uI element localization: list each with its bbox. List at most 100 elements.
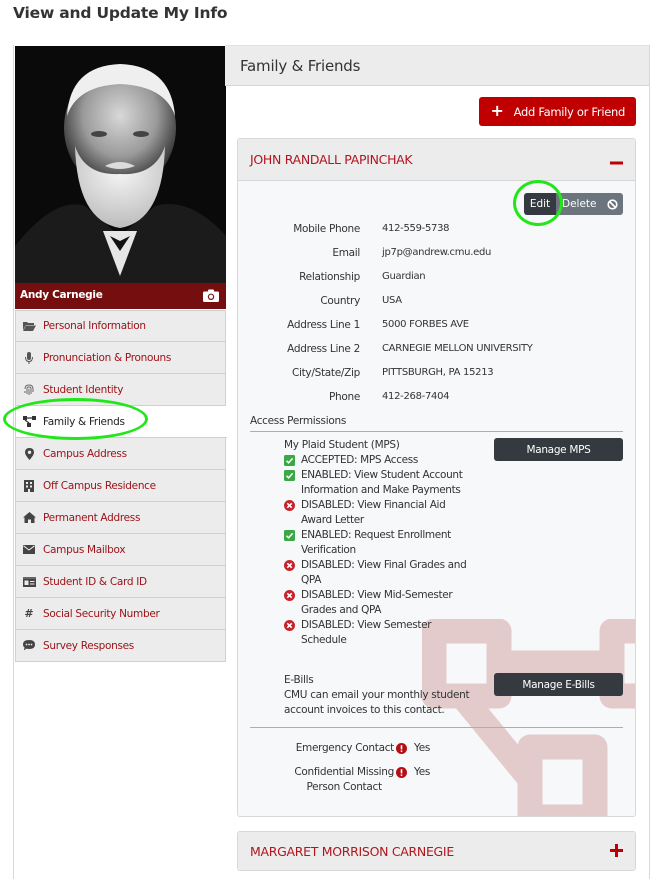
sidebar-item-campus-address[interactable]: Campus Address: [15, 438, 226, 470]
collapse-icon[interactable]: [610, 149, 623, 170]
times-circle-icon: [284, 620, 295, 631]
field-city-state-zip: City/State/Zip PITTSBURGH, PA 15213: [238, 367, 635, 385]
info-alert-icon[interactable]: [396, 767, 407, 778]
field-value: jp7p@andrew.cmu.edu: [382, 247, 492, 258]
check-square-icon: [284, 455, 295, 466]
ebills-title: E-Bills: [284, 674, 314, 686]
access-permissions-title: Access Permissions: [250, 415, 346, 427]
divider: [250, 727, 623, 728]
sidebar-item-label: Personal Information: [43, 320, 146, 332]
comment-icon: [22, 640, 36, 652]
sidebar-item-label: Off Campus Residence: [43, 479, 156, 492]
manage-mps-button[interactable]: Manage MPS: [494, 438, 623, 461]
flag-label: Confidential Missing Person Contact: [294, 766, 394, 793]
field-address-line-1: Address Line 1 5000 FORBES AVE: [238, 319, 635, 337]
field-label: Address Line 1: [287, 319, 360, 331]
flag-value: Yes: [414, 742, 431, 754]
add-family-friend-button[interactable]: + Add Family or Friend: [478, 97, 636, 126]
sidebar-item-student-identity[interactable]: Student Identity: [15, 374, 226, 406]
edit-button[interactable]: Edit: [524, 193, 556, 215]
page-title: View and Update My Info: [13, 4, 228, 22]
home-icon: [22, 512, 36, 524]
field-address-line-2: Address Line 2 CARNEGIE MELLON UNIVERSIT…: [238, 343, 635, 361]
ebills-description: CMU can email your monthly student accou…: [284, 689, 470, 716]
contact-card-header[interactable]: JOHN RANDALL PAPINCHAK: [238, 139, 635, 181]
building-icon: [22, 479, 36, 492]
field-value: 412-268-7404: [382, 391, 450, 402]
permission-item: ACCEPTED: MPS Access: [284, 453, 474, 468]
sidebar-item-label: Permanent Address: [43, 511, 141, 524]
permission-item: ENABLED: View Student Account Informatio…: [284, 468, 474, 498]
field-mobile-phone: Mobile Phone 412-559-5738: [238, 223, 635, 241]
map-marker-icon: [22, 447, 36, 460]
profile-name: Andy Carnegie: [20, 289, 103, 301]
permission-item: ENABLED: Request Enrollment Verification: [284, 528, 474, 558]
sidebar-item-label: Survey Responses: [43, 639, 134, 652]
field-value: 412-559-5738: [382, 223, 450, 234]
microphone-icon: [22, 351, 36, 364]
sidebar-item-personal-information[interactable]: Personal Information: [15, 310, 226, 342]
portrait-image: [15, 46, 226, 309]
flag-label: Emergency Contact: [295, 742, 395, 754]
contact-card: JOHN RANDALL PAPINCHAK Edit Delete Mobil…: [237, 138, 636, 817]
divider: [250, 431, 623, 432]
times-circle-icon: [284, 500, 295, 511]
field-label: Country: [320, 295, 360, 307]
permission-item: DISABLED: View Financial Aid Award Lette…: [284, 498, 474, 528]
sidebar-item-label: Family & Friends: [43, 415, 125, 428]
contact-name: MARGARET MORRISON CARNEGIE: [250, 843, 454, 859]
sidebar-item-off-campus-residence[interactable]: Off Campus Residence: [15, 470, 226, 502]
field-label: Address Line 2: [287, 343, 360, 355]
field-value: USA: [382, 295, 402, 306]
sidebar-item-label: Student Identity: [43, 383, 124, 396]
contact-card-header[interactable]: MARGARET MORRISON CARNEGIE: [238, 832, 635, 870]
field-country: Country USA: [238, 295, 635, 313]
check-square-icon: [284, 470, 295, 481]
sidebar-item-survey-responses[interactable]: Survey Responses: [15, 630, 226, 662]
id-card-icon: [22, 576, 36, 588]
profile-sidebar: Andy Carnegie Personal Information Pronu…: [13, 45, 227, 879]
sidebar-item-student-id-card-id[interactable]: Student ID & Card ID: [15, 566, 226, 598]
envelope-icon: [22, 544, 36, 556]
info-alert-icon[interactable]: [396, 743, 407, 754]
delete-button[interactable]: Delete: [556, 193, 623, 215]
check-square-icon: [284, 530, 295, 541]
contact-name: JOHN RANDALL PAPINCHAK: [250, 152, 413, 167]
mps-permission-list: ACCEPTED: MPS Access ENABLED: View Stude…: [284, 453, 474, 648]
plus-icon: +: [490, 101, 504, 120]
folder-open-icon: [22, 320, 36, 332]
field-value: Guardian: [382, 271, 426, 282]
field-label: Phone: [328, 391, 360, 403]
field-label: Email: [332, 247, 360, 259]
sidebar-item-campus-mailbox[interactable]: Campus Mailbox: [15, 534, 226, 566]
manage-ebills-button[interactable]: Manage E-Bills: [494, 673, 623, 696]
sidebar-item-pronunciation-pronouns[interactable]: Pronunciation & Pronouns: [15, 342, 226, 374]
delete-label: Delete: [562, 198, 597, 210]
sidebar-item-label: Student ID & Card ID: [43, 575, 147, 588]
sidebar-item-label: Campus Mailbox: [43, 543, 126, 556]
camera-icon[interactable]: [203, 289, 219, 302]
permission-item: DISABLED: View Mid-Semester Grades and Q…: [284, 588, 474, 618]
sidebar-item-family-friends[interactable]: Family & Friends: [15, 406, 227, 438]
ban-icon: [606, 198, 618, 210]
field-value: PITTSBURGH, PA 15213: [382, 367, 494, 378]
field-email: Email jp7p@andrew.cmu.edu: [238, 247, 635, 265]
field-label: Relationship: [299, 271, 360, 283]
hashtag-icon: #: [24, 607, 34, 620]
sidebar-item-social-security-number[interactable]: # Social Security Number: [15, 598, 226, 630]
expand-plus-icon[interactable]: [610, 841, 623, 862]
flag-value: Yes: [414, 766, 431, 778]
sitemap-watermark-icon: [422, 619, 635, 816]
field-label: City/State/Zip: [291, 367, 360, 379]
field-relationship: Relationship Guardian: [238, 271, 635, 289]
profile-photo[interactable]: [15, 46, 226, 309]
sidebar-item-permanent-address[interactable]: Permanent Address: [15, 502, 226, 534]
family-friends-panel: Family & Friends + Add Family or Friend …: [225, 45, 650, 879]
field-value: CARNEGIE MELLON UNIVERSITY: [382, 343, 533, 354]
times-circle-icon: [284, 560, 295, 571]
permission-item: DISABLED: View Semester Schedule: [284, 618, 474, 648]
times-circle-icon: [284, 590, 295, 601]
permission-item: DISABLED: View Final Grades and QPA: [284, 558, 474, 588]
sidebar-item-label: Social Security Number: [43, 607, 160, 620]
sitemap-icon: [22, 416, 36, 428]
